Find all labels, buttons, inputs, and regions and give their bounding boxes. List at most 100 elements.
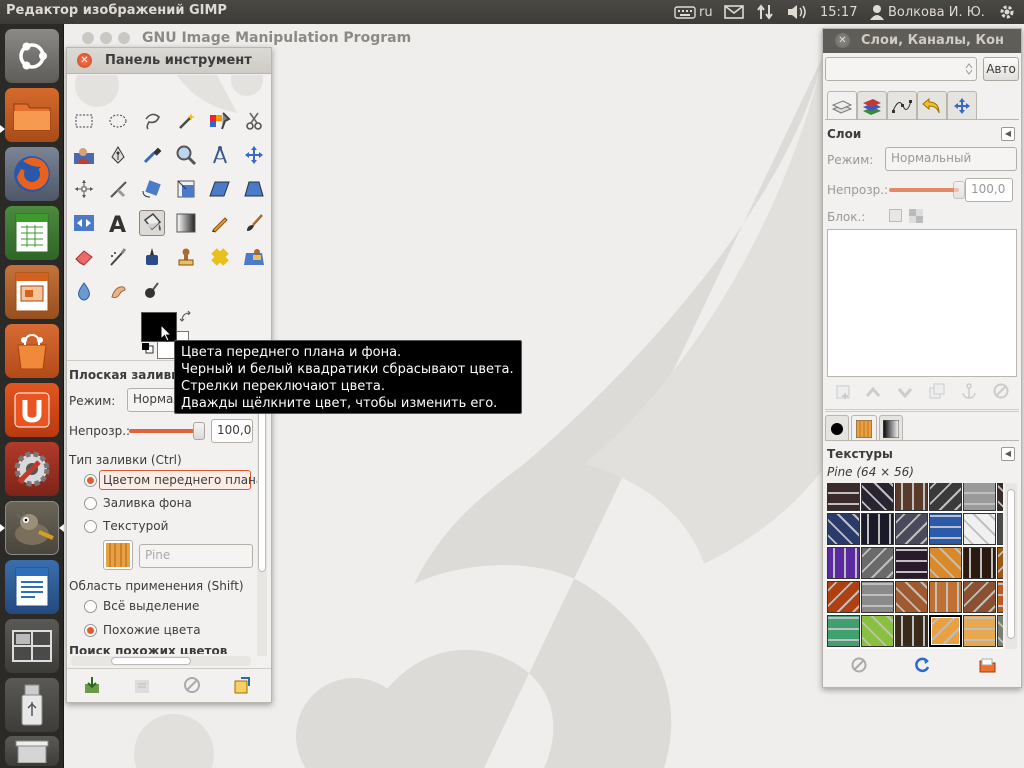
texture-swatch[interactable]	[827, 581, 860, 613]
area-similar-label[interactable]: Похожие цвета	[103, 623, 201, 637]
texture-swatch[interactable]	[895, 483, 928, 511]
texture-swatch[interactable]	[861, 513, 894, 545]
texture-swatch[interactable]	[963, 615, 996, 647]
texture-swatch[interactable]	[861, 581, 894, 613]
launcher-files[interactable]	[5, 88, 59, 142]
texture-swatch[interactable]	[963, 513, 996, 545]
fill-pattern-radio[interactable]	[84, 520, 97, 533]
tool-pencil[interactable]	[207, 210, 233, 236]
tool-dodge-burn[interactable]	[139, 278, 165, 304]
session-menu[interactable]	[998, 3, 1016, 21]
launcher-software-center[interactable]	[5, 324, 59, 378]
tool-perspective[interactable]	[241, 176, 267, 202]
tool-move[interactable]	[241, 142, 267, 168]
textures-scroll-thumb[interactable]	[1007, 489, 1015, 639]
tool-color-picker[interactable]	[139, 142, 165, 168]
tab-pointer[interactable]	[947, 91, 977, 119]
launcher-firefox[interactable]	[5, 147, 59, 201]
tool-text[interactable]: A	[105, 210, 131, 236]
launcher-gimp[interactable]	[5, 501, 59, 555]
tool-heal[interactable]	[207, 244, 233, 270]
layers-close-button[interactable]: ✕	[835, 33, 850, 48]
tool-ellipse-select[interactable]	[105, 108, 131, 134]
tab-paths[interactable]	[887, 91, 917, 119]
raise-layer-icon[interactable]	[865, 385, 881, 399]
lock-alpha-icon[interactable]	[909, 209, 923, 223]
fill-bg-radio[interactable]	[84, 497, 97, 510]
refresh-icon[interactable]	[913, 656, 931, 674]
texture-swatch[interactable]	[929, 547, 962, 579]
tool-flip[interactable]	[71, 210, 97, 236]
tool-paintbrush[interactable]	[241, 210, 267, 236]
launcher-usb-drive[interactable]	[5, 678, 59, 732]
dash-button[interactable]	[5, 29, 59, 83]
texture-swatch[interactable]	[827, 483, 860, 511]
tool-bucket-fill[interactable]	[139, 210, 165, 236]
texture-swatch[interactable]	[963, 581, 996, 613]
tab-channels[interactable]	[857, 91, 887, 119]
texture-swatch[interactable]	[929, 483, 962, 511]
tool-scale[interactable]	[173, 176, 199, 202]
clear-selection-icon[interactable]	[851, 657, 867, 673]
tab-patterns[interactable]	[851, 415, 877, 441]
save-tool-preset-button[interactable]	[81, 674, 103, 696]
texture-swatch[interactable]	[895, 581, 928, 613]
duplicate-layer-icon[interactable]	[929, 383, 945, 399]
tool-rect-select[interactable]	[71, 108, 97, 134]
textures-grid[interactable]	[827, 483, 1003, 649]
keyboard-indicator[interactable]: ru	[674, 3, 713, 21]
mail-indicator[interactable]	[724, 3, 744, 21]
new-layer-icon[interactable]	[835, 384, 851, 400]
lock-pixels-checkbox[interactable]	[889, 209, 902, 222]
tool-fuzzy-select[interactable]	[173, 108, 199, 134]
tool-scissors-select[interactable]	[241, 108, 267, 134]
sound-indicator[interactable]	[786, 3, 808, 21]
restore-tool-preset-button[interactable]	[131, 674, 153, 696]
area-selection-radio[interactable]	[84, 600, 97, 613]
tab-undo-history[interactable]	[917, 91, 947, 119]
tool-measure[interactable]	[207, 142, 233, 168]
horizontal-scrollbar[interactable]	[71, 656, 251, 666]
texture-swatch[interactable]	[827, 615, 860, 647]
tool-blend[interactable]	[173, 210, 199, 236]
texture-swatch[interactable]	[929, 581, 962, 613]
texture-swatch[interactable]	[827, 547, 860, 579]
tool-select-by-color[interactable]	[207, 108, 233, 134]
reset-tool-options-button[interactable]	[231, 674, 253, 696]
tool-rotate[interactable]	[139, 176, 165, 202]
tool-crop[interactable]	[105, 176, 131, 202]
launcher-writer[interactable]	[5, 560, 59, 614]
textures-scrollbar[interactable]	[1005, 483, 1017, 649]
tool-alignment[interactable]	[71, 176, 97, 202]
image-select[interactable]	[825, 57, 977, 81]
open-patterns-folder-icon[interactable]	[979, 656, 997, 674]
texture-swatch[interactable]	[997, 483, 1003, 511]
reset-colors-icon[interactable]	[141, 342, 155, 354]
auto-button[interactable]: Авто	[983, 57, 1019, 81]
launcher-system-settings[interactable]	[5, 442, 59, 496]
hscroll-thumb[interactable]	[111, 657, 191, 665]
layers-menu-button[interactable]: ◀	[1001, 127, 1015, 141]
texture-swatch[interactable]	[895, 513, 928, 545]
texture-swatch[interactable]	[997, 513, 1003, 545]
texture-swatch[interactable]	[929, 513, 962, 545]
close-button[interactable]: ✕	[77, 53, 92, 68]
tool-clone[interactable]	[173, 244, 199, 270]
tool-paths[interactable]	[105, 142, 131, 168]
fill-fg-label[interactable]: Цветом переднего плана	[103, 473, 263, 487]
texture-swatch[interactable]	[963, 547, 996, 579]
delete-layer-icon[interactable]	[993, 383, 1009, 399]
tool-airbrush[interactable]	[105, 244, 131, 270]
clock[interactable]: 15:17	[820, 3, 857, 21]
pattern-name-field[interactable]: Pine	[139, 544, 253, 568]
tool-shear[interactable]	[207, 176, 233, 202]
launcher-impress[interactable]	[5, 265, 59, 319]
layers-list[interactable]	[827, 229, 1017, 377]
tool-foreground-select[interactable]	[71, 142, 97, 168]
pane-separator[interactable]	[825, 409, 1019, 412]
pattern-preview-button[interactable]	[103, 540, 133, 570]
tool-free-select[interactable]	[139, 108, 165, 134]
texture-swatch[interactable]	[861, 547, 894, 579]
texture-swatch[interactable]	[861, 483, 894, 511]
layers-opacity-field[interactable]: 100,0	[965, 178, 1013, 202]
